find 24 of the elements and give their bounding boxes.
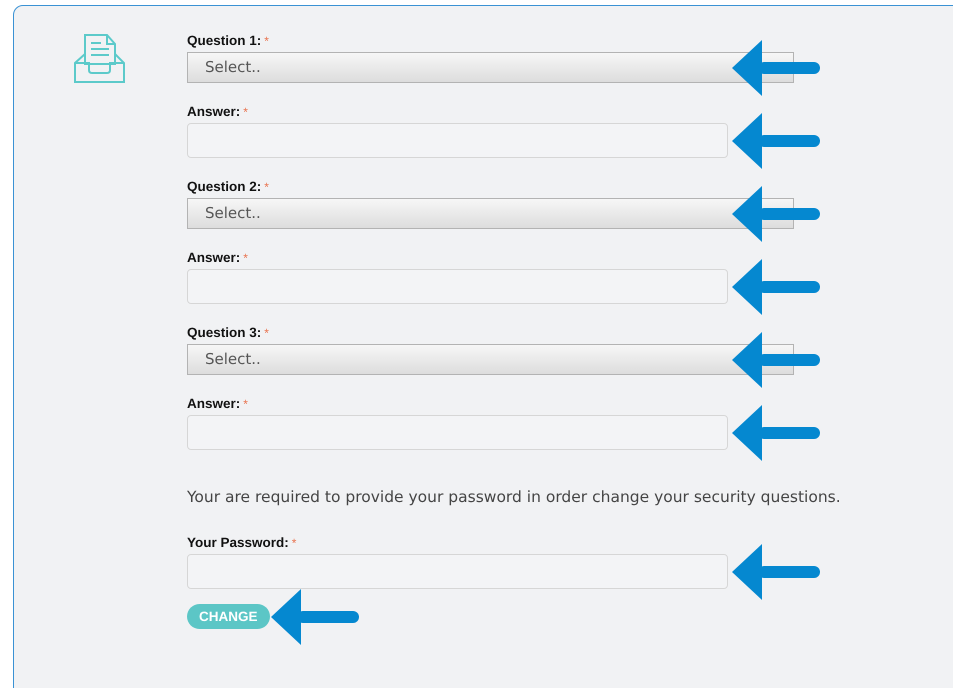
- answer-field[interactable]: [187, 269, 728, 304]
- password-field[interactable]: [187, 554, 728, 589]
- arrow-icon: [732, 112, 820, 168]
- question-select[interactable]: Select..: [187, 198, 794, 229]
- field-label: Your Password: *: [187, 534, 298, 552]
- field-label: Question 1: *: [187, 32, 270, 50]
- arrow-icon: [732, 404, 820, 460]
- field-label: Question 3: *: [187, 324, 270, 342]
- question-select[interactable]: Select..: [187, 52, 794, 83]
- arrow-icon: [732, 332, 820, 388]
- question-select[interactable]: Select..: [187, 344, 794, 375]
- field-label: Question 2: *: [187, 178, 270, 196]
- arrow-icon: [732, 40, 820, 96]
- arrow-icon: [732, 258, 820, 314]
- arrow-icon: [732, 186, 820, 242]
- field-label: Answer: *: [187, 103, 249, 121]
- arrow-icon: [271, 588, 359, 644]
- field-label: Answer: *: [187, 249, 249, 267]
- answer-field[interactable]: [187, 415, 728, 450]
- document-tray-icon: [73, 32, 126, 84]
- password-note: Your are required to provide your password in order change your security questions.: [187, 488, 841, 506]
- field-label: Answer: *: [187, 395, 249, 413]
- arrow-icon: [732, 544, 820, 600]
- answer-field[interactable]: [187, 123, 728, 158]
